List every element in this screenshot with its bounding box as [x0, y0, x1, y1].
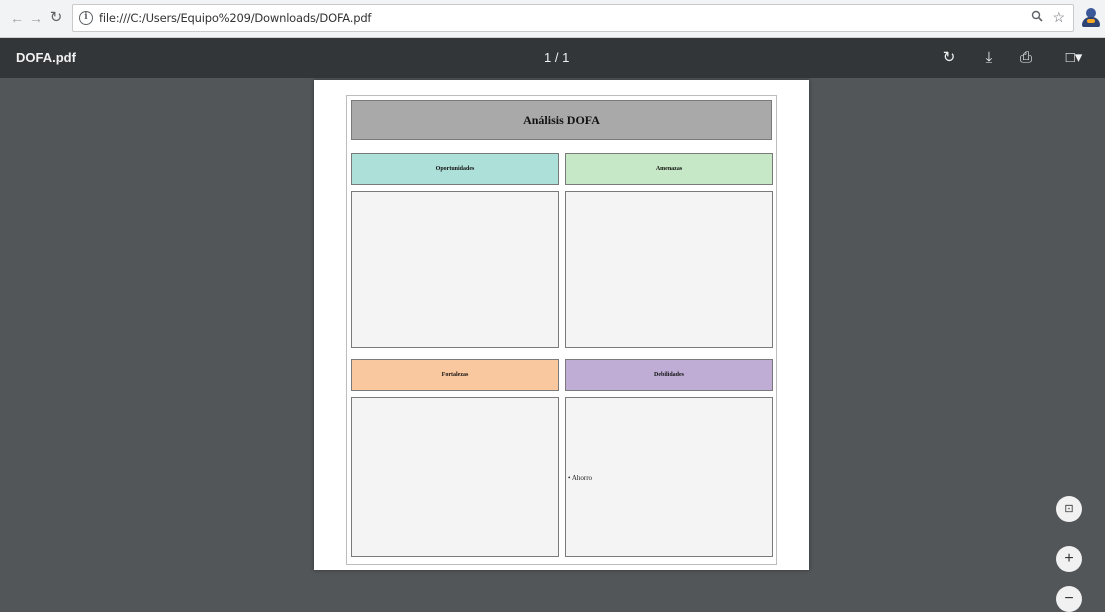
- threats-header: Amenazas: [565, 153, 773, 185]
- opportunities-box: [351, 191, 559, 348]
- opportunities-header: Oportunidades: [351, 153, 559, 185]
- forward-arrow-icon[interactable]: →: [27, 9, 45, 27]
- weaknesses-box: • Ahorro: [565, 397, 773, 557]
- strengths-header: Fortalezas: [351, 359, 559, 391]
- zoom-icon[interactable]: [1031, 10, 1043, 25]
- profile-avatar-icon[interactable]: [1082, 8, 1100, 28]
- url-text[interactable]: file:///C:/Users/Equipo%209/Downloads/DO…: [99, 11, 371, 25]
- reload-icon[interactable]: ↻: [47, 9, 65, 27]
- browser-address-bar: ← → ↻ i file:///C:/Users/Equipo%209/Down…: [0, 0, 1105, 38]
- dofa-title: Análisis DOFA: [351, 100, 772, 140]
- strengths-box: [351, 397, 559, 557]
- weakness-item: • Ahorro: [568, 474, 593, 482]
- bookmark-menu-icon[interactable]: □▾: [1054, 47, 1094, 69]
- threats-box: [565, 191, 773, 348]
- pdf-file-title: DOFA.pdf: [16, 50, 76, 65]
- info-icon[interactable]: i: [79, 11, 93, 25]
- pdf-page: Análisis DOFA Oportunidades Amenazas For…: [314, 80, 809, 570]
- pdf-viewer[interactable]: Análisis DOFA Oportunidades Amenazas For…: [0, 78, 1105, 612]
- weaknesses-header: Debilidades: [565, 359, 773, 391]
- url-omnibox[interactable]: i file:///C:/Users/Equipo%209/Downloads/…: [72, 4, 1074, 32]
- zoom-in-icon[interactable]: +: [1056, 546, 1082, 572]
- page-indicator: 1 / 1: [544, 50, 570, 65]
- print-icon[interactable]: ⎙: [1015, 47, 1037, 69]
- download-icon[interactable]: ⤓: [978, 47, 1000, 69]
- fit-page-icon[interactable]: ⊡: [1056, 496, 1082, 522]
- rotate-icon[interactable]: ↻: [938, 47, 960, 69]
- back-arrow-icon[interactable]: ←: [8, 9, 26, 27]
- dofa-frame: Análisis DOFA Oportunidades Amenazas For…: [346, 95, 777, 565]
- pdf-toolbar: DOFA.pdf 1 / 1 ↻ ⤓ ⎙ □▾: [0, 38, 1105, 78]
- zoom-out-icon[interactable]: −: [1056, 586, 1082, 612]
- bookmark-star-icon[interactable]: ☆: [1052, 9, 1065, 26]
